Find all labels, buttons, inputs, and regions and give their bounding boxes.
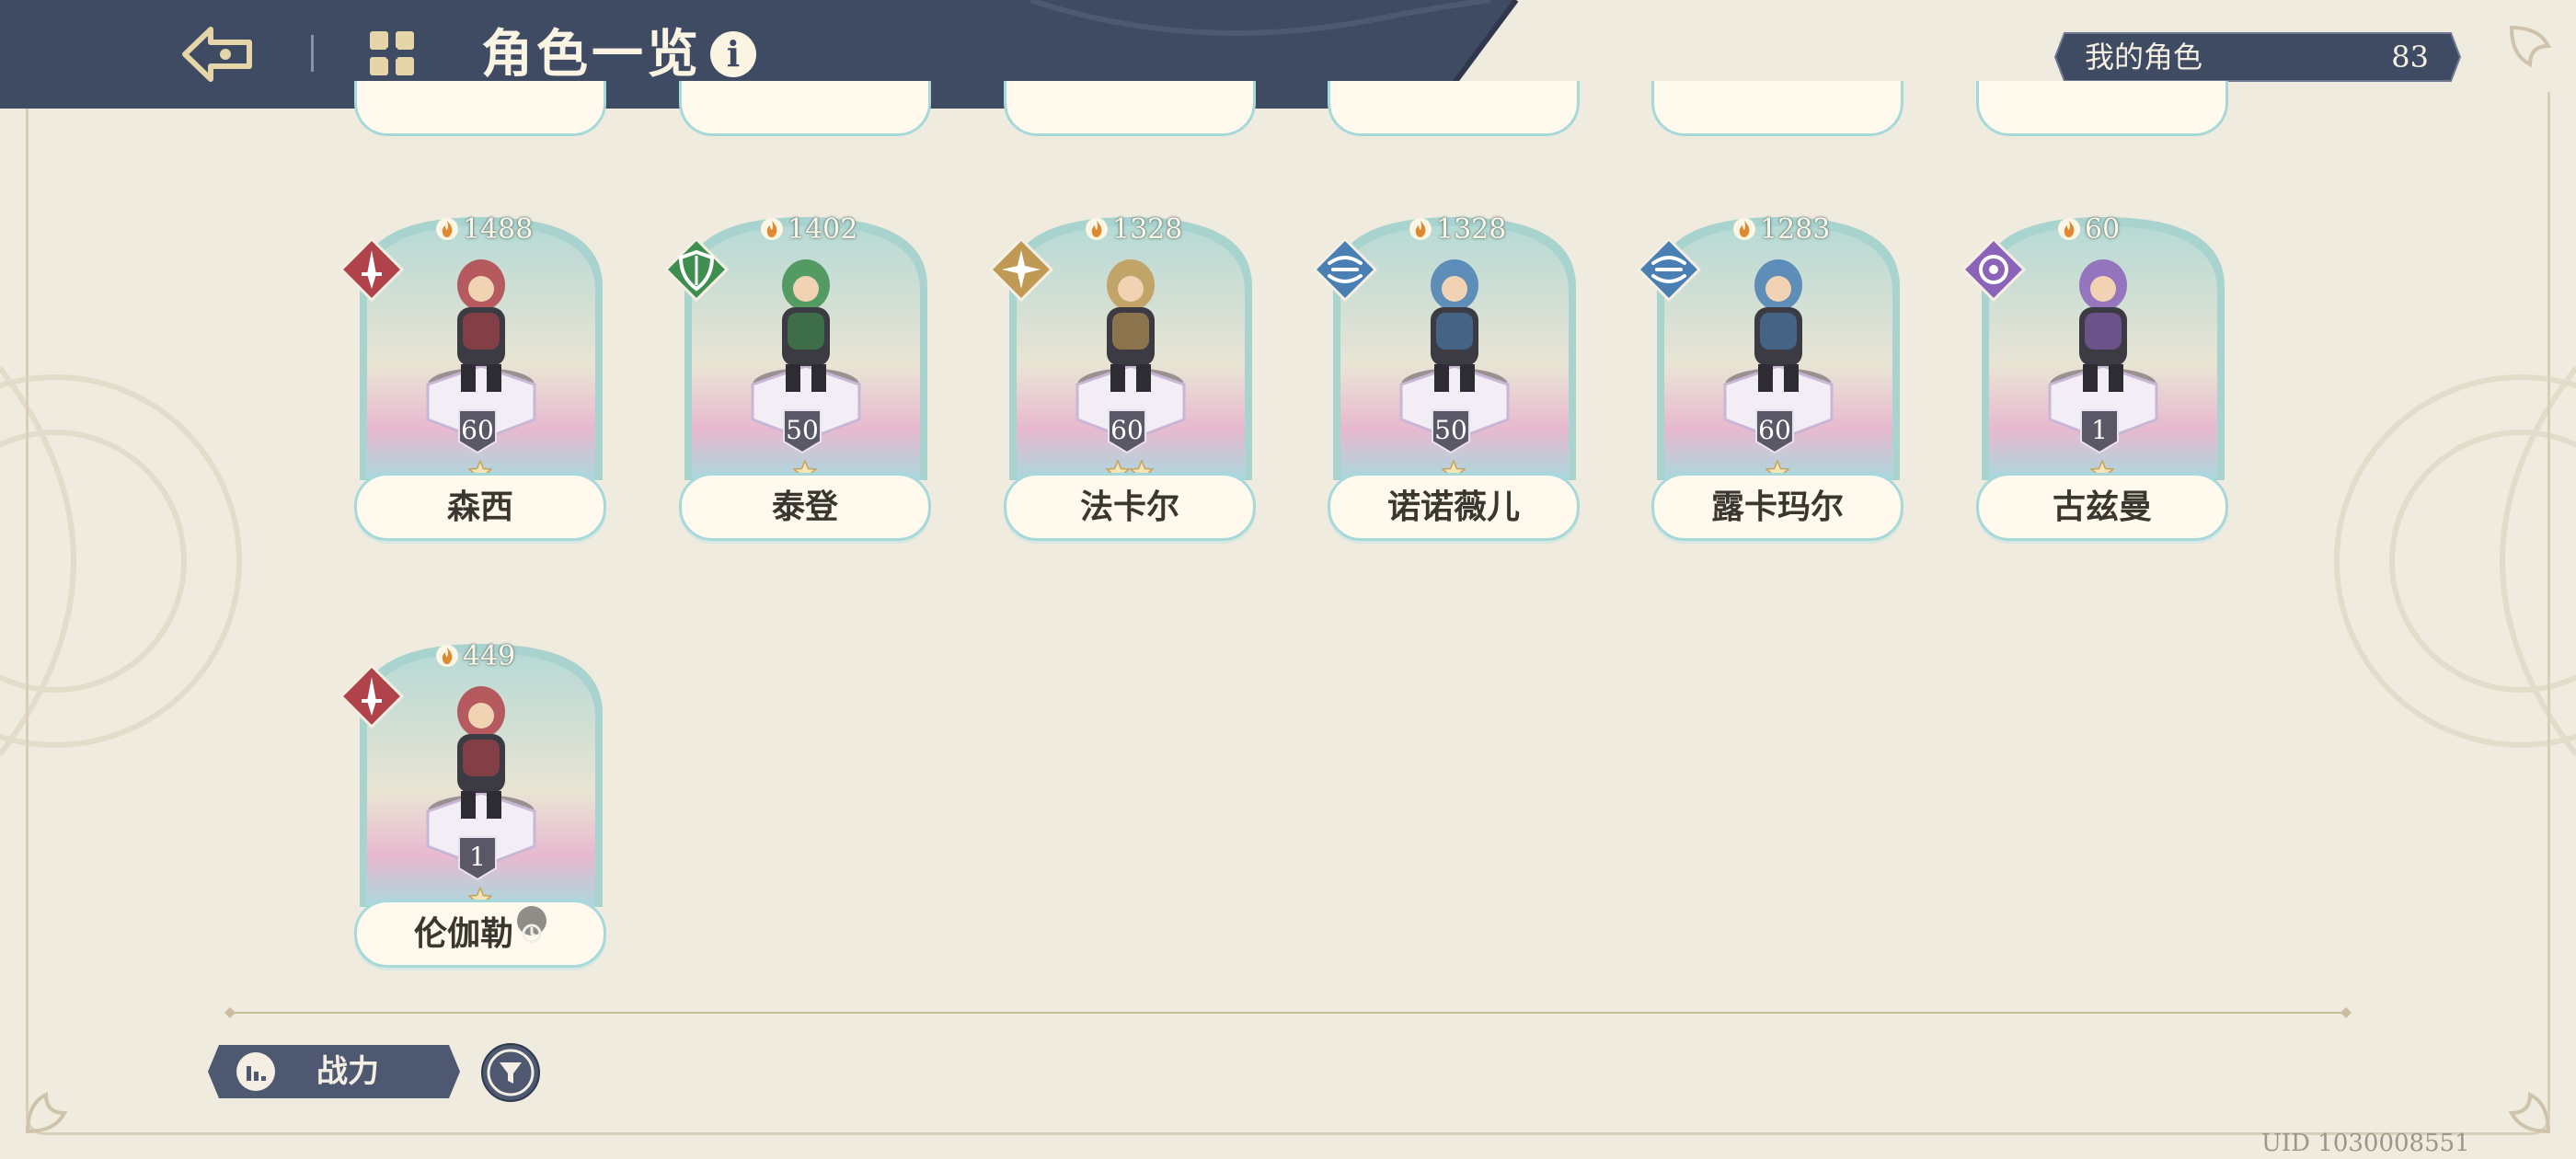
character-card[interactable]: 449 1 伦伽勒 [339,631,628,981]
character-sprite [1754,259,1802,392]
filter-icon [481,1043,540,1102]
corner-ornament-icon [2509,25,2552,68]
power-value: 449 [435,638,515,675]
power-number: 1488 [463,213,534,246]
element-wind-icon [1313,237,1377,302]
corner-ornament-icon [2508,1091,2551,1134]
element-sword-icon [339,664,404,729]
rental-icon [517,906,546,944]
grid-menu-button[interactable] [366,28,418,79]
filter-button[interactable] [480,1042,541,1103]
character-sprite [1107,259,1155,392]
character-nameplate: 伦伽勒 [354,900,606,968]
character-nameplate: 诺诺薇儿 [1328,473,1580,541]
user-id: UID 1030008551 [2261,1130,2470,1157]
info-icon[interactable]: i [710,31,756,77]
character-nameplate: 森西 [354,473,606,541]
character-sprite [1431,259,1478,392]
bottom-divider [224,1007,2352,1018]
character-card[interactable]: 1402 50 泰登 [664,204,953,554]
character-count-badge: 我的角色 83 [2053,31,2462,83]
power-value: 60 [2057,212,2120,248]
element-arcane-icon [1961,237,2026,302]
level-badge: 1 [455,835,500,881]
partial-card-nameplate[interactable] [1328,81,1580,136]
character-name: 古兹曼 [2052,488,2152,526]
character-sprite [457,259,505,392]
partial-card-nameplate[interactable] [1651,81,1903,136]
header-separator [311,35,314,72]
character-name: 森西 [446,488,513,526]
character-name: 诺诺薇儿 [1386,488,1520,526]
level-badge: 50 [780,408,824,454]
power-flame-icon [1733,218,1755,240]
level-number: 60 [461,415,494,445]
power-value: 1328 [1085,212,1182,248]
level-badge: 60 [455,408,500,454]
power-number: 449 [463,640,516,672]
partial-card-nameplate[interactable] [1976,81,2228,136]
element-compass-icon [989,237,1053,302]
character-card[interactable]: 1328 60 法卡尔 [989,204,1278,554]
power-flame-icon [436,218,458,240]
power-value: 1402 [760,212,857,248]
level-badge: 60 [1753,408,1797,454]
character-nameplate: 露卡玛尔 [1651,473,1903,541]
level-number: 1 [2091,415,2108,445]
power-flame-icon [2058,218,2080,240]
power-flame-icon [436,645,458,667]
sort-label: 战力 [316,1053,379,1090]
character-count-value: 83 [2391,40,2429,75]
character-name: 露卡玛尔 [1710,488,1844,526]
character-name: 法卡尔 [1079,488,1179,526]
page-title: 角色一览 [481,24,702,85]
character-nameplate: 法卡尔 [1004,473,1256,541]
partial-card-nameplate[interactable] [1004,81,1256,136]
back-button[interactable] [179,20,255,88]
power-number: 1328 [1112,213,1183,246]
power-value: 1328 [1409,212,1506,248]
character-card[interactable]: 1328 50 诺诺薇儿 [1313,204,1602,554]
element-sword-icon [339,237,404,302]
power-number: 1402 [788,213,858,246]
level-number: 60 [1758,415,1791,445]
power-number: 60 [2085,213,2121,246]
power-value: 1283 [1732,212,1830,248]
level-number: 50 [1434,415,1467,445]
power-number: 1283 [1760,213,1831,246]
sort-button[interactable]: 战力 [206,1043,462,1100]
bar-chart-icon [236,1052,275,1091]
partial-card-nameplate[interactable] [679,81,931,136]
level-badge: 50 [1429,408,1473,454]
character-count-label: 我的角色 [2085,40,2203,75]
level-badge: 1 [2077,408,2122,454]
character-card[interactable]: 1283 60 露卡玛尔 [1637,204,1926,554]
power-value: 1488 [435,212,533,248]
level-number: 60 [1110,415,1144,445]
character-nameplate: 古兹曼 [1976,473,2228,541]
level-number: 1 [469,842,486,872]
back-arrow-icon [182,27,252,82]
character-name: 泰登 [771,488,838,526]
element-wind-icon [1637,237,1701,302]
power-number: 1328 [1436,213,1507,246]
grid-menu-icon [370,31,414,75]
level-number: 50 [786,415,819,445]
character-card[interactable]: 1488 60 森西 [339,204,628,554]
corner-ornament-icon [25,1091,68,1134]
power-flame-icon [1409,218,1432,240]
character-name: 伦伽勒 [413,914,513,953]
level-badge: 60 [1105,408,1149,454]
power-flame-icon [761,218,783,240]
character-sprite [782,259,830,392]
character-nameplate: 泰登 [679,473,931,541]
power-flame-icon [1086,218,1108,240]
character-sprite [2079,259,2127,392]
character-sprite [457,686,505,819]
character-card[interactable]: 60 1 古兹曼 [1961,204,2250,554]
partial-card-nameplate[interactable] [354,81,606,136]
element-shield-icon [664,237,729,302]
